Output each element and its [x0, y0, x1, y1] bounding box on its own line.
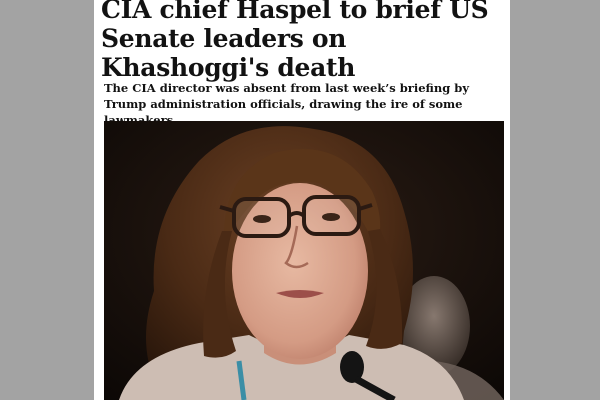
- portrait-illustration: [104, 121, 504, 400]
- article-photo: [104, 121, 504, 400]
- article-headline: CIA chief Haspel to brief US Senate lead…: [101, 0, 489, 82]
- screenshot-backdrop: CIA chief Haspel to brief US Senate lead…: [0, 0, 600, 400]
- left-eye: [253, 215, 271, 223]
- news-article: CIA chief Haspel to brief US Senate lead…: [94, 0, 510, 400]
- right-eye: [322, 213, 340, 221]
